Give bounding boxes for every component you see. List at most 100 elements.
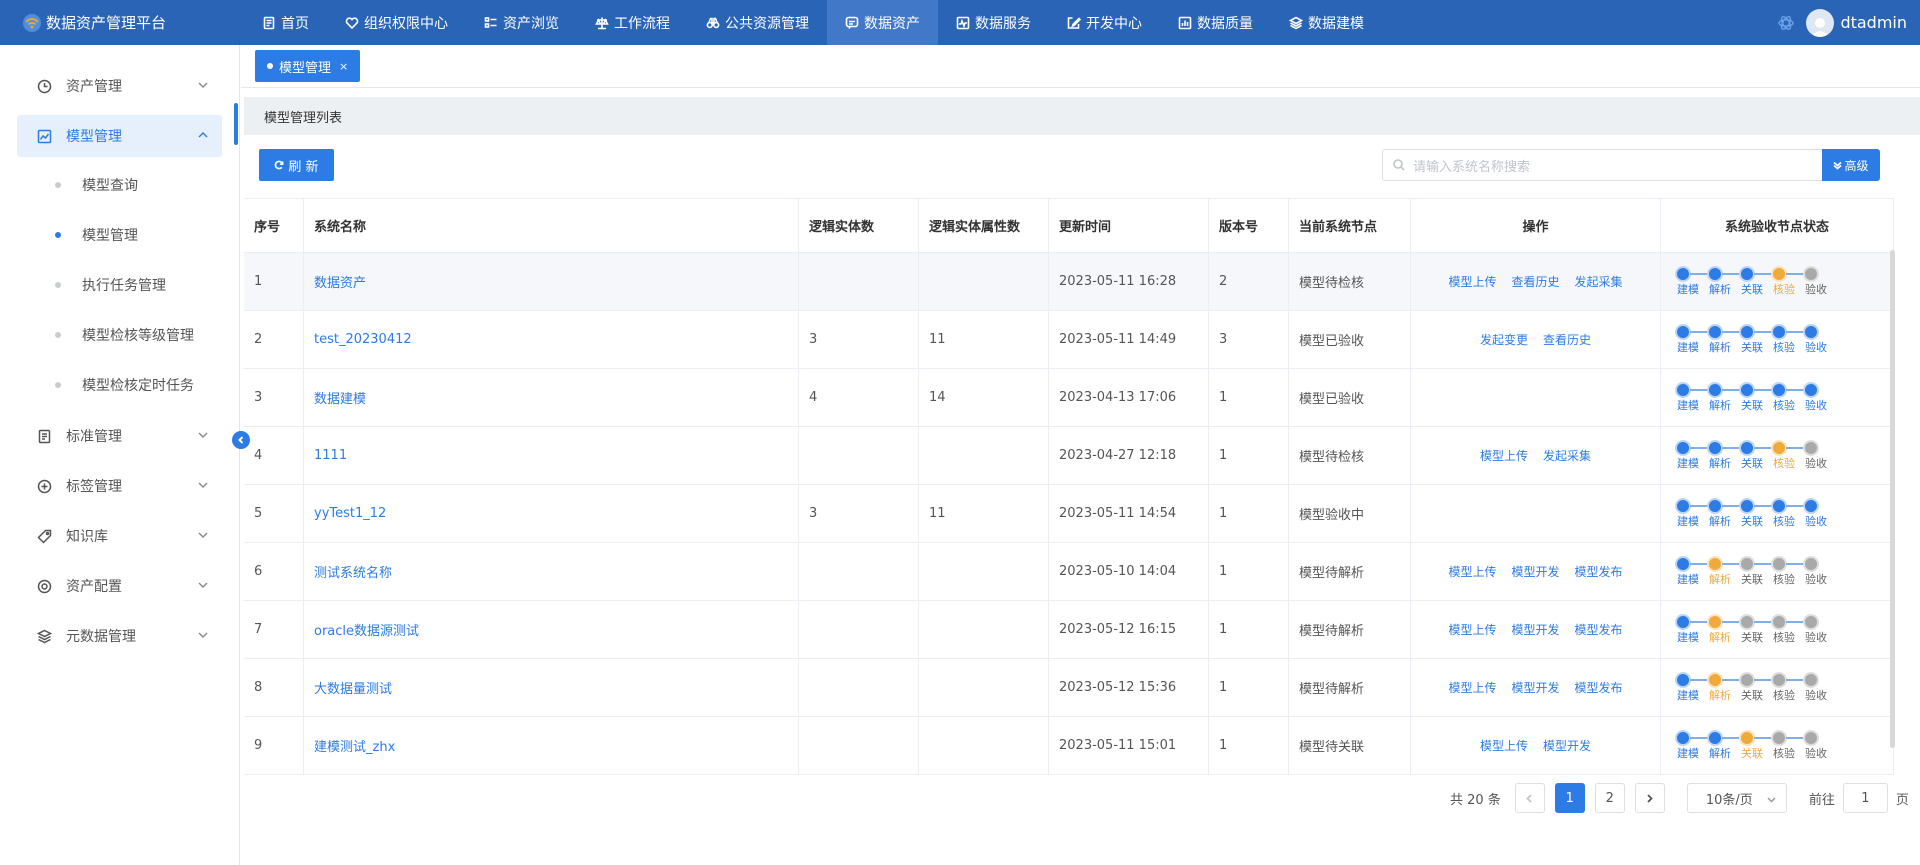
operation-link[interactable]: 模型上传 [1448, 679, 1496, 696]
step-label: 建模 [1677, 283, 1699, 296]
brand[interactable]: 数据资产管理平台 [0, 12, 240, 33]
sidebar-subitem-0[interactable]: 模型查询 [17, 165, 222, 205]
nav-item-3[interactable]: 工作流程 [577, 0, 688, 45]
table-row[interactable]: 1 数据资产 2023-05-11 16:28 2 模型待检核 模型上传 查看历史 发起采集建… [244, 253, 1894, 311]
step-label: 核验 [1773, 747, 1795, 760]
next-page-button[interactable] [1634, 783, 1665, 813]
system-name-link[interactable]: test_20230412 [314, 332, 412, 347]
operation-link[interactable]: 模型上传 [1480, 447, 1528, 464]
sidebar-item-6[interactable]: 元数据管理 [17, 615, 222, 657]
sidebar-subitem-1[interactable]: 模型管理 [17, 215, 222, 255]
advanced-search-button[interactable]: 高级 [1822, 149, 1880, 181]
table-row[interactable]: 4 1111 2023-04-27 12:18 1 模型待检核 模型上传 发起采集 建模 解析关… [244, 427, 1894, 485]
system-name-link[interactable]: 1111 [314, 448, 347, 463]
table-row[interactable]: 5 yyTest1_12 3 11 2023-05-11 14:54 1 模型验收中 建模 解析… [244, 485, 1894, 543]
table-row[interactable]: 9 建模测试_zhx 2023-05-11 15:01 1 模型待关联 模型上传 模型开发建… [244, 717, 1894, 775]
tab-close-icon[interactable]: × [339, 60, 348, 73]
step-connector [1722, 679, 1740, 681]
refresh-label: 刷 新 [288, 159, 319, 175]
refresh-button[interactable]: 刷 新 [259, 149, 334, 181]
nav-item-6[interactable]: 数据服务 [938, 0, 1049, 45]
nav-item-9[interactable]: 数据建模 [1271, 0, 1382, 45]
operation-link[interactable]: 模型上传 [1448, 273, 1496, 290]
column-header[interactable]: 系统验收节点状态 [1661, 199, 1894, 252]
table-row[interactable]: 6 测试系统名称 2023-05-10 14:04 1 模型待解析 模型上传 模型开发 模型发… [244, 543, 1894, 601]
tab-model-management[interactable]: 模型管理 × [255, 50, 361, 82]
sidebar-item-4[interactable]: 知识库 [17, 515, 222, 557]
column-header[interactable]: 系统名称 [304, 199, 799, 252]
operation-link[interactable]: 模型上传 [1480, 737, 1528, 754]
nav-item-8[interactable]: 数据质量 [1160, 0, 1271, 45]
sidebar-item-5[interactable]: 资产配置 [17, 565, 222, 607]
nav-item-7[interactable]: 开发中心 [1049, 0, 1160, 45]
sidebar-subitem-2[interactable]: 执行任务管理 [17, 265, 222, 305]
username[interactable]: dtadmin [1840, 13, 1907, 32]
table-row[interactable]: 7 oracle数据源测试 2023-05-12 16:15 1 模型待解析 模型上传 模型… [244, 601, 1894, 659]
operation-link[interactable]: 查看历史 [1543, 331, 1591, 348]
column-header[interactable]: 更新时间 [1049, 199, 1209, 252]
system-name-link[interactable]: 测试系统名称 [314, 562, 392, 581]
avatar[interactable] [1806, 8, 1835, 37]
table-scrollbar[interactable] [1890, 250, 1895, 748]
system-name-link[interactable]: oracle数据源测试 [314, 620, 419, 639]
system-name-link[interactable]: 数据建模 [314, 388, 366, 407]
table-row[interactable]: 3 数据建模 4 14 2023-04-13 17:06 1 模型已验收 建模 解析 关联 核验 验收 [244, 369, 1894, 427]
system-name-link[interactable]: 大数据量测试 [314, 678, 392, 697]
operation-link[interactable]: 模型上传 [1448, 621, 1496, 638]
system-name-link[interactable]: 数据资产 [314, 272, 366, 291]
column-header[interactable]: 序号 [244, 199, 304, 252]
sidebar-item-2[interactable]: 标准管理 [17, 415, 222, 457]
version-number: 1 [1209, 543, 1289, 600]
table-row[interactable]: 8 大数据量测试 2023-05-12 15:36 1 模型待解析 模型上传 模型开发 模型发… [244, 659, 1894, 717]
operation-link[interactable]: 发起采集 [1543, 447, 1591, 464]
step-done: 验收 [1803, 382, 1827, 411]
sidebar-item-1[interactable]: 模型管理 [17, 115, 222, 157]
system-name-cell: yyTest1_12 [304, 485, 799, 542]
operation-link[interactable]: 模型发布 [1575, 621, 1623, 638]
sidebar-item-3[interactable]: 标签管理 [17, 465, 222, 507]
step-node [1771, 382, 1787, 398]
operation-link[interactable]: 发起采集 [1575, 273, 1623, 290]
page-1-button[interactable]: 1 [1554, 783, 1585, 813]
operation-link[interactable]: 模型开发 [1543, 737, 1591, 754]
sidebar-subitem-3[interactable]: 模型检核等级管理 [17, 315, 222, 355]
operation-link[interactable]: 查看历史 [1511, 273, 1559, 290]
openai-icon[interactable] [1776, 13, 1796, 33]
sidebar-item-0[interactable]: 资产管理 [17, 65, 222, 107]
prev-page-button[interactable] [1514, 783, 1545, 813]
sidebar-subitem-4[interactable]: 模型检核定时任务 [17, 365, 222, 405]
table-row[interactable]: 2 test_20230412 3 11 2023-05-11 14:49 3 模型已验收发… [244, 311, 1894, 369]
step-done: 关联 [1739, 324, 1772, 353]
operation-link[interactable]: 模型上传 [1448, 563, 1496, 580]
nav-item-4[interactable]: 公共资源管理 [688, 0, 827, 45]
column-header[interactable]: 版本号 [1209, 199, 1289, 252]
system-name-link[interactable]: 建模测试_zhx [314, 736, 395, 755]
operation-link[interactable]: 模型发布 [1575, 679, 1623, 696]
column-header[interactable]: 当前系统节点 [1289, 199, 1411, 252]
goto-page-input[interactable]: 1 [1842, 783, 1888, 813]
system-name-link[interactable]: yyTest1_12 [314, 506, 386, 521]
page-size-select[interactable]: 10条/页 [1686, 783, 1787, 813]
operation-link[interactable]: 模型开发 [1511, 679, 1559, 696]
column-header[interactable]: 逻辑实体属性数 [919, 199, 1049, 252]
search-input[interactable]: 请输入系统名称搜索 [1382, 149, 1827, 181]
nav-item-5[interactable]: 数据资产 [827, 0, 938, 45]
operation-link[interactable]: 模型发布 [1575, 563, 1623, 580]
step-done: 关联 [1739, 498, 1772, 527]
page-2-button[interactable]: 2 [1594, 783, 1625, 813]
step-node [1739, 498, 1755, 514]
step-node [1739, 556, 1755, 572]
column-header[interactable]: 逻辑实体数 [799, 199, 919, 252]
nav-item-2[interactable]: 资产浏览 [466, 0, 577, 45]
operation-link[interactable]: 模型开发 [1511, 563, 1559, 580]
operation-link[interactable]: 发起变更 [1480, 331, 1528, 348]
nav-item-0[interactable]: 首页 [244, 0, 327, 45]
nav-item-1[interactable]: 组织权限中心 [327, 0, 466, 45]
step-label: 关联 [1741, 457, 1763, 470]
step-connector [1722, 563, 1740, 565]
subitem-dot [55, 232, 61, 238]
operation-link[interactable]: 模型开发 [1511, 621, 1559, 638]
step-node [1707, 498, 1723, 514]
column-header[interactable]: 操作 [1411, 199, 1661, 252]
step-label: 解析 [1709, 341, 1731, 354]
